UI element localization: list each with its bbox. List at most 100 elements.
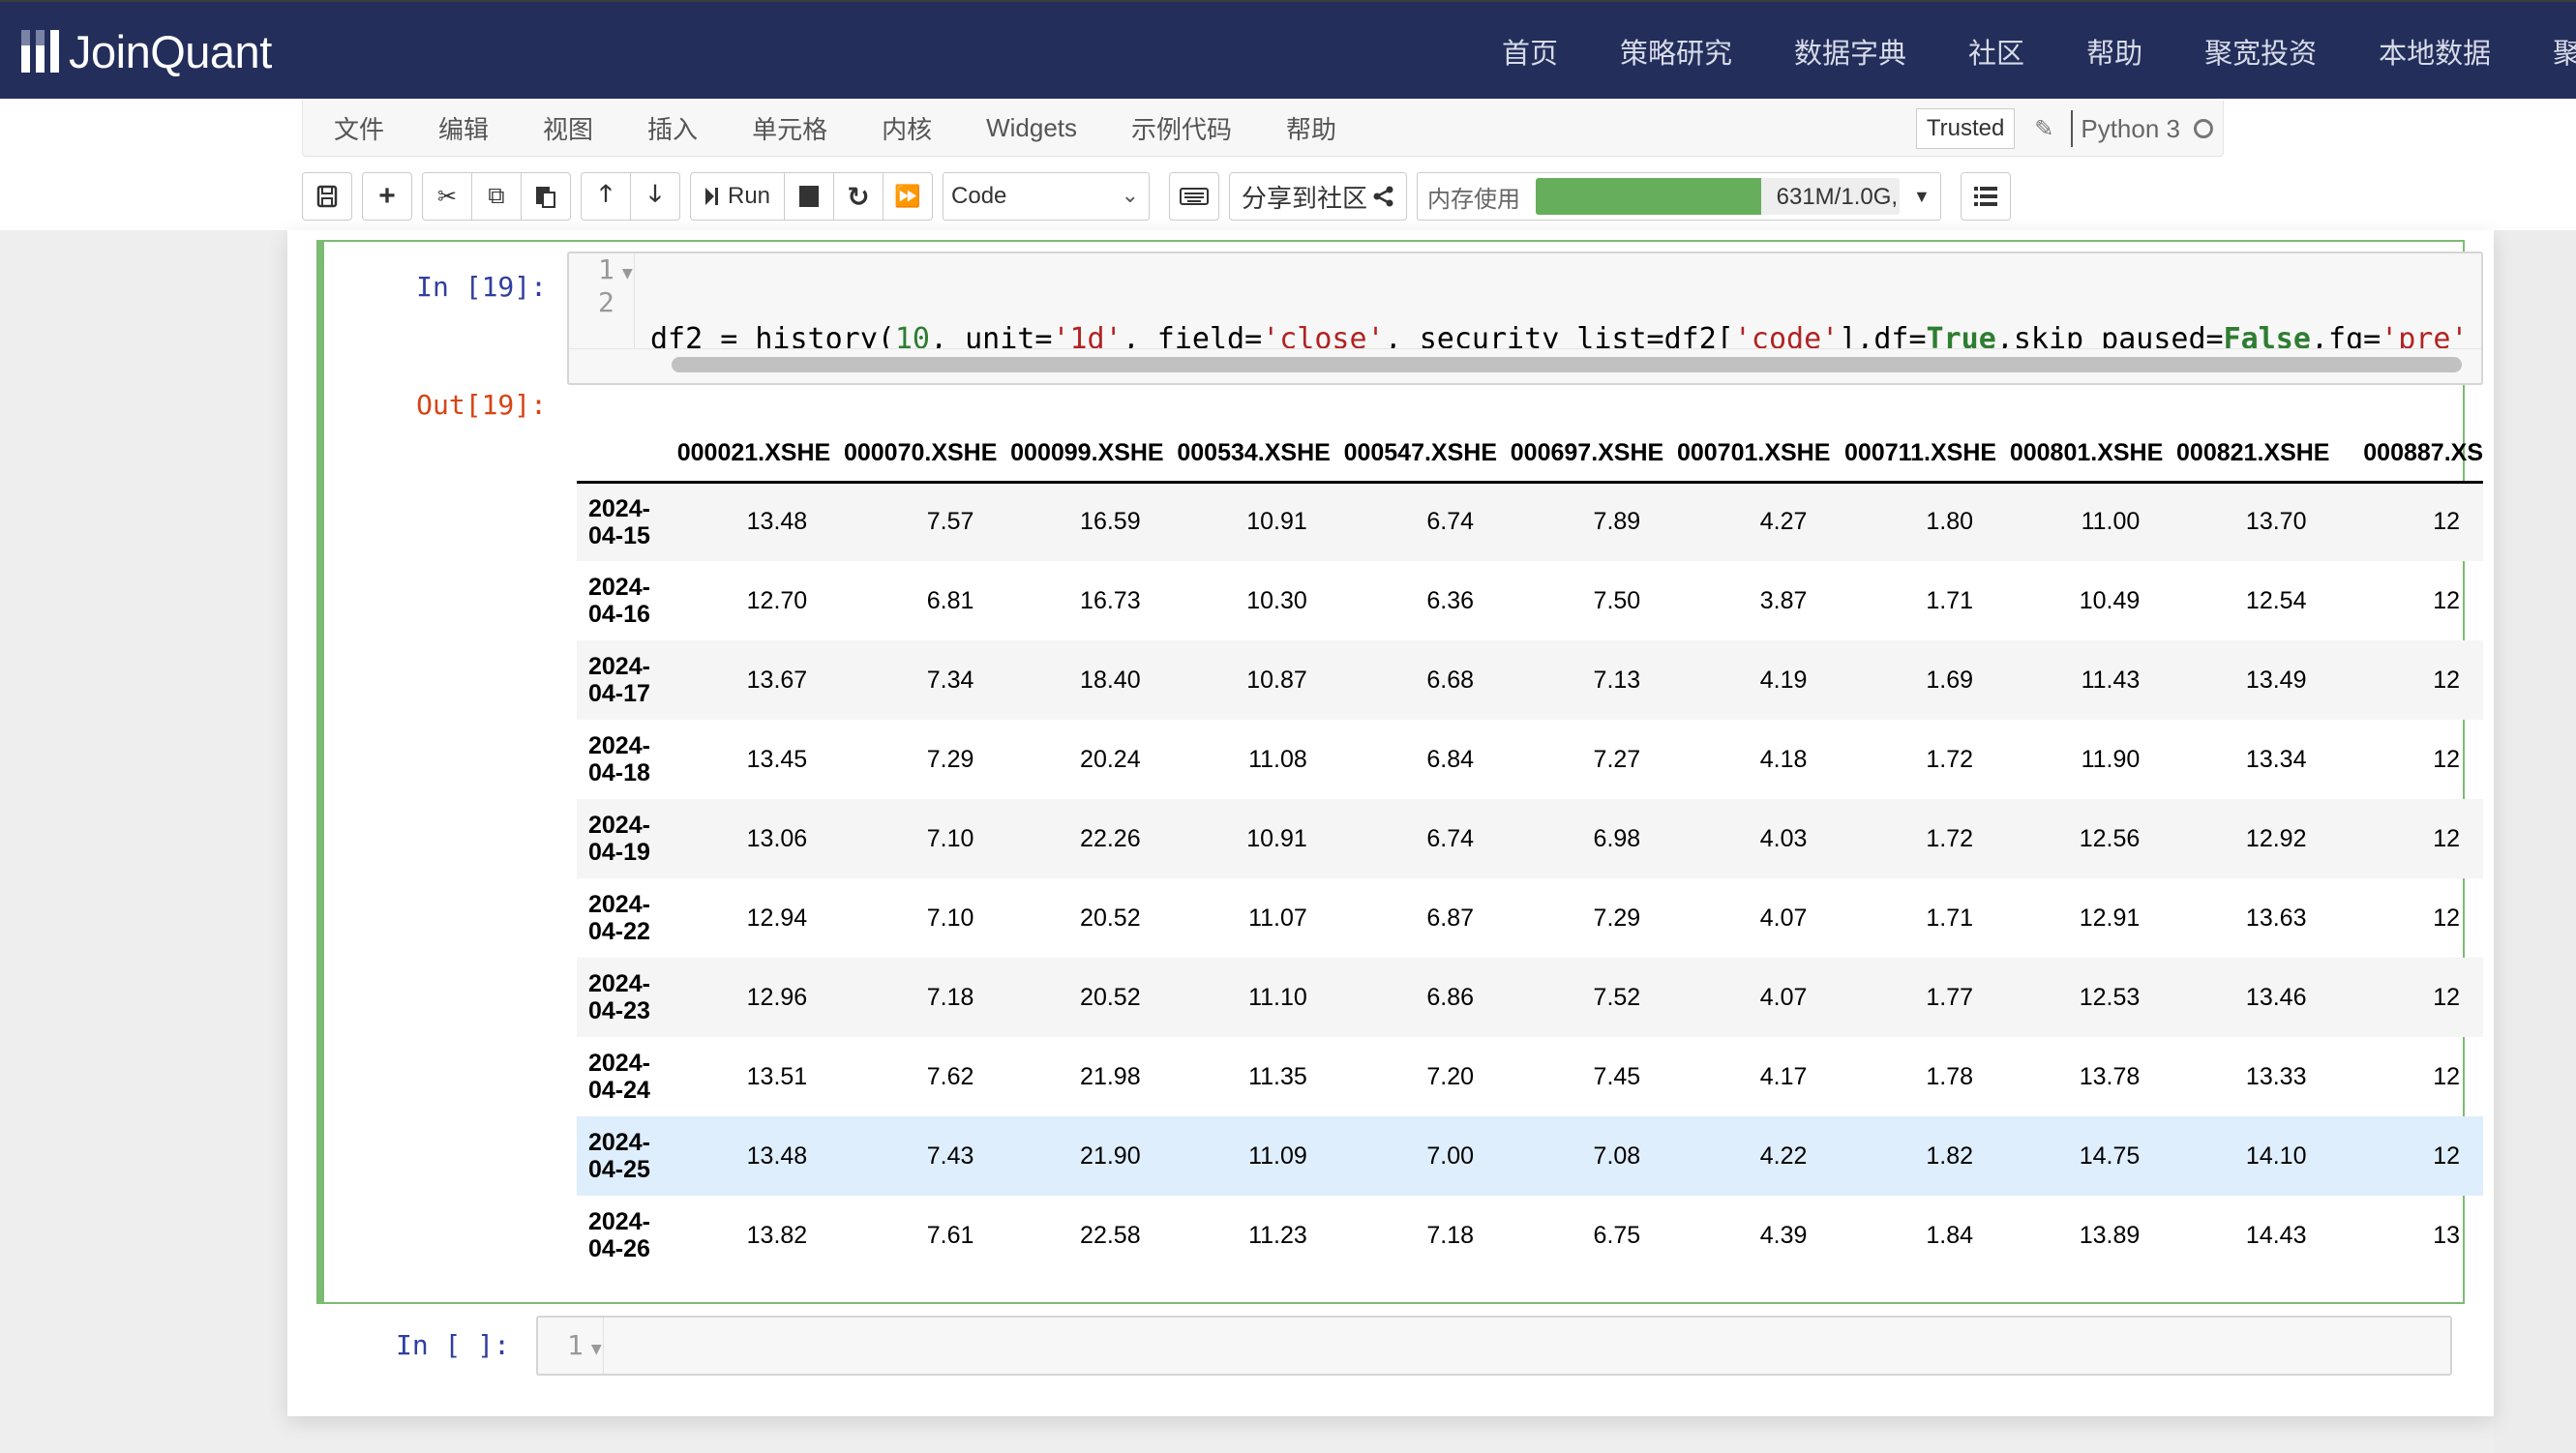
column-header: 000697.XSHE (1510, 438, 1664, 466)
nav-data-dictionary[interactable]: 数据字典 (1794, 31, 1906, 72)
run-button[interactable]: Run (690, 172, 786, 221)
table-cell: 4.03 (1759, 824, 1808, 852)
nav-strategy-research[interactable]: 策略研究 (1620, 31, 1732, 72)
table-cell: 11.90 (2081, 745, 2141, 773)
table-cell: 4.22 (1759, 1142, 1808, 1170)
scrollbar-thumb[interactable] (672, 357, 2462, 372)
table-cell: 12 (2433, 1142, 2460, 1170)
table-cell: 7.57 (926, 508, 974, 536)
kernel-name[interactable]: Python 3 (2081, 114, 2180, 144)
table-of-contents-button[interactable] (1960, 172, 2011, 221)
kernel-idle-icon (2194, 119, 2213, 138)
nav-home[interactable]: 首页 (1502, 31, 1558, 72)
table-cell: 12 (2433, 666, 2460, 694)
table-cell: 7.45 (1593, 1062, 1641, 1090)
code-cell-selected[interactable]: In [19]: 1 ▼ 2 df2 = history(10, unit='1d… (316, 240, 2483, 1304)
run-all-button[interactable]: ⏩ (883, 172, 934, 221)
caret-down-icon[interactable]: ▼ (1913, 187, 1931, 207)
table-cell: 12.56 (2079, 824, 2141, 852)
paste-button[interactable] (521, 172, 571, 221)
empty-code-cell-editor[interactable]: 1 ▼ (536, 1316, 2452, 1376)
save-button[interactable] (302, 172, 352, 221)
menu-example-code[interactable]: 示例代码 (1131, 110, 1232, 146)
share-label: 分享到社区 (1242, 183, 1368, 213)
column-header: 000021.XSHE (676, 438, 831, 466)
nav-community[interactable]: 社区 (1968, 31, 2024, 72)
restart-button[interactable]: ↻ (833, 172, 884, 221)
row-date-label: 2024- 04-26 (588, 1208, 650, 1262)
table-cell: 6.81 (926, 586, 974, 614)
table-cell: 4.27 (1759, 508, 1808, 536)
cell-type-select[interactable]: Code ⌄ (943, 172, 1151, 221)
row-date-label: 2024- 04-22 (588, 891, 650, 945)
table-row[interactable]: 2024- 04-19 13.06 7.10 22.26 10.91 6.74 6.98 4.0… (577, 799, 2483, 878)
fold-arrow-icon[interactable]: ▼ (591, 1339, 602, 1359)
interrupt-button[interactable] (784, 172, 835, 221)
table-cell: 6.75 (1593, 1221, 1641, 1249)
save-icon (316, 185, 338, 208)
nav-local-data[interactable]: 本地数据 (2379, 31, 2491, 72)
move-up-button[interactable]: 🡑 (581, 172, 631, 221)
notebook-toolbar: + ✂ ⧉ 🡑 🡓 Run ↻ ⏩ Code ⌄ 分享到社区 内存使用 631M… (302, 172, 2021, 221)
table-body: 2024- 04-15 13.48 7.57 16.59 10.91 6.74 7.89 4.2… (577, 482, 2483, 1267)
menu-widgets[interactable]: Widgets (986, 113, 1077, 143)
row-date-label: 2024- 04-24 (588, 1050, 650, 1104)
table-row[interactable]: 2024- 04-18 13.45 7.29 20.24 11.08 6.84 7.27 4.1… (577, 720, 2483, 799)
memory-usage-widget[interactable]: 内存使用 631M/1.0G, ▼ (1417, 172, 1941, 221)
table-row[interactable]: 2024- 04-15 13.48 7.57 16.59 10.91 6.74 7.89 4.2… (577, 482, 2483, 561)
table-cell: 4.07 (1759, 983, 1808, 1011)
table-row[interactable]: 2024- 04-24 13.51 7.62 21.98 11.35 7.20 7.45 4.1… (577, 1037, 2483, 1116)
menu-cell[interactable]: 单元格 (752, 110, 827, 146)
pencil-icon[interactable]: ✎ (2024, 115, 2063, 143)
column-header: 000070.XSHE (843, 438, 998, 466)
table-cell: 6.86 (1426, 983, 1475, 1011)
table-cell: 22.58 (1080, 1221, 1141, 1249)
line-number-gutter: 1 ▼ (538, 1318, 604, 1374)
restart-icon: ↻ (847, 181, 870, 212)
command-palette-button[interactable] (1169, 172, 1220, 221)
row-date-label: 2024- 04-17 (588, 653, 650, 707)
nav-help[interactable]: 帮助 (2086, 31, 2142, 72)
menu-insert[interactable]: 插入 (647, 110, 698, 146)
move-down-button[interactable]: 🡓 (630, 172, 680, 221)
row-date-label: 2024- 04-15 (588, 494, 650, 549)
table-row[interactable]: 2024- 04-25 13.48 7.43 21.90 11.09 7.00 7.08 4.2… (577, 1116, 2483, 1196)
menu-help[interactable]: 帮助 (1286, 110, 1336, 146)
table-row[interactable]: 2024- 04-26 13.82 7.61 22.58 11.23 7.18 6.75 4.3… (577, 1196, 2483, 1267)
trusted-indicator[interactable]: Trusted (1915, 108, 2016, 149)
page-background-right (2494, 230, 2576, 1453)
table-cell: 10.30 (1246, 586, 1307, 614)
table-header-row: 000021.XSHE 000070.XSHE 000099.XSHE 000534.… (577, 426, 2483, 482)
table-cell: 13.46 (2245, 983, 2307, 1011)
nav-joinquant-more[interactable]: 聚宽 (2553, 31, 2576, 72)
table-cell: 1.71 (1926, 586, 1974, 614)
menu-view[interactable]: 视图 (543, 110, 593, 146)
cut-button[interactable]: ✂ (422, 172, 472, 221)
table-cell: 10.91 (1246, 824, 1307, 852)
table-cell: 7.18 (926, 983, 974, 1011)
table-row[interactable]: 2024- 04-23 12.96 7.18 20.52 11.10 6.86 7.52 4.0… (577, 958, 2483, 1037)
menu-file[interactable]: 文件 (334, 110, 384, 146)
table-cell: 7.20 (1426, 1062, 1475, 1090)
share-to-community-button[interactable]: 分享到社区 (1229, 172, 1408, 221)
editor-horizontal-scrollbar[interactable] (569, 348, 2481, 383)
fold-arrow-icon[interactable]: ▼ (622, 263, 633, 283)
table-cell: 11.35 (1248, 1062, 1307, 1090)
copy-button[interactable]: ⧉ (471, 172, 522, 221)
menu-edit[interactable]: 编辑 (438, 110, 489, 146)
column-header: 000801.XSHE (2009, 438, 2164, 466)
code-editor[interactable]: 1 ▼ 2 df2 = history(10, unit='1d', field=… (567, 252, 2483, 385)
nav-joinquant-invest[interactable]: 聚宽投资 (2204, 31, 2317, 72)
main-nav: 首页 策略研究 数据字典 社区 帮助 聚宽投资 本地数据 聚宽 (1502, 2, 2576, 101)
table-row[interactable]: 2024- 04-22 12.94 7.10 20.52 11.07 6.87 7.29 4.0… (577, 878, 2483, 958)
column-header: 000099.XSHE (1010, 438, 1164, 466)
output-prompt: Out[19]: (416, 389, 547, 421)
table-cell: 13.49 (2245, 666, 2307, 694)
menu-kernel[interactable]: 内核 (882, 110, 932, 146)
joinquant-logo[interactable]: JoinQuant (21, 26, 272, 77)
table-row[interactable]: 2024- 04-17 13.67 7.34 18.40 10.87 6.68 7.13 4.1… (577, 640, 2483, 720)
table-cell: 10.49 (2079, 586, 2141, 614)
table-row[interactable]: 2024- 04-16 12.70 6.81 16.73 10.30 6.36 7.50 3.8… (577, 561, 2483, 640)
insert-cell-button[interactable]: + (362, 172, 412, 221)
table-cell: 1.82 (1926, 1142, 1974, 1170)
